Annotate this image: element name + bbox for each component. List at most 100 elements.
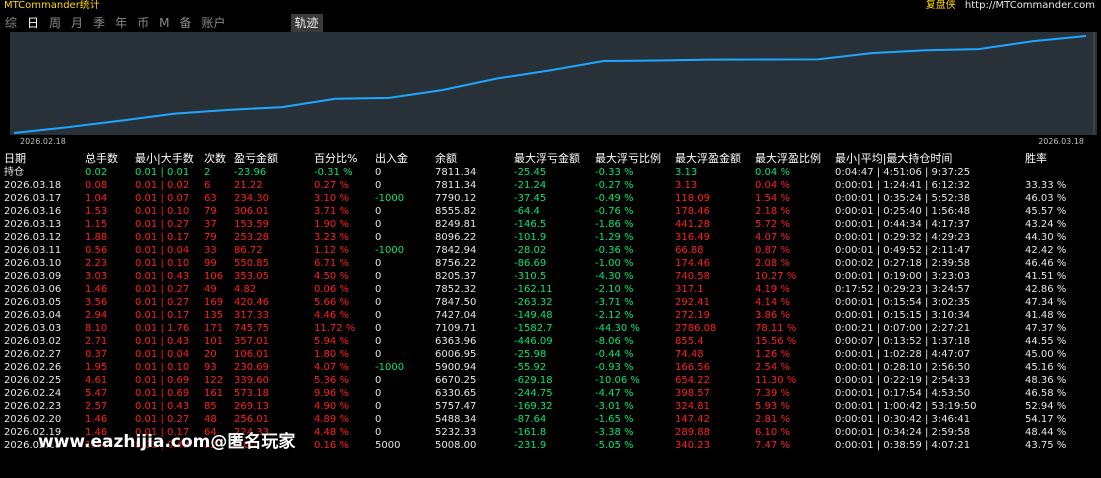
cell-col-6: 0 — [375, 219, 382, 230]
cell-col-3: 6 — [204, 180, 211, 191]
table-row[interactable]: 2026.02.27 0.37 0.01 | 0.04 20 106.01 1.80 % 0… — [0, 348, 1101, 361]
cell-col-4: 317.33 — [234, 310, 269, 321]
table-row[interactable]: 2026.02.20 1.46 0.01 | 0.27 48 256.01 4.89 % 0… — [0, 413, 1101, 426]
cell-col-0: 2026.03.12 — [4, 232, 62, 243]
cell-col-3: 33 — [204, 245, 217, 256]
cell-col-12: 0:00:01 | 1:02:28 | 4:47:07 — [835, 349, 971, 360]
cell-col-1: 2.71 — [85, 336, 108, 347]
cell-col-5: 11.72 % — [314, 323, 356, 334]
cell-col-10: 66.88 — [675, 245, 704, 256]
table-row[interactable]: 2026.03.05 3.56 0.01 | 0.27 169 420.46 5.66 %… — [0, 296, 1101, 309]
table-row[interactable]: 2026.03.03 8.10 0.01 | 1.76 171 745.75 11.72 … — [0, 322, 1101, 335]
table-row[interactable]: 2026.03.06 1.46 0.01 | 0.27 49 4.82 0.06 % 0 78… — [0, 283, 1101, 296]
cell-col-12: 0:04:47 | 4:51:06 | 9:37:25 — [835, 167, 971, 178]
cell-col-3: 20 — [204, 349, 217, 360]
x-axis-start-label: 2026.02.18 — [20, 137, 66, 146]
cell-col-13: 胜率 — [1025, 152, 1047, 165]
cell-col-4: -23.96 — [234, 167, 267, 178]
cell-col-3: 99 — [204, 258, 217, 269]
cell-col-6: 0 — [375, 414, 382, 425]
table-row[interactable]: 2026.03.12 1.88 0.01 | 0.17 79 253.28 3.23 % 0… — [0, 231, 1101, 244]
tab-3[interactable]: 月 — [66, 14, 88, 32]
tab-trace[interactable]: 轨迹 — [290, 14, 323, 32]
table-row[interactable]: 2026.03.09 3.03 0.01 | 0.43 106 353.05 4.50 %… — [0, 270, 1101, 283]
cell-col-8: -86.69 — [514, 258, 547, 269]
cell-col-7: 7790.12 — [435, 193, 477, 204]
tab-8[interactable]: 备 — [174, 14, 196, 32]
cell-col-2: 0.01 | 0.02 — [135, 180, 190, 191]
tab-6[interactable]: 币 — [132, 14, 154, 32]
cell-col-7: 8249.81 — [435, 219, 477, 230]
table-row[interactable]: 2026.02.25 4.61 0.01 | 0.69 122 339.60 5.36 %… — [0, 374, 1101, 387]
cell-col-6: 0 — [375, 310, 382, 321]
tab-7[interactable]: M — [154, 14, 174, 32]
cell-col-0: 2026.02.23 — [4, 401, 62, 412]
cell-col-10: 292.41 — [675, 297, 710, 308]
cell-col-3: 79 — [204, 232, 217, 243]
cell-col-11: 11.30 % — [755, 375, 797, 386]
table-row[interactable]: 2026.02.24 5.47 0.01 | 0.69 161 573.18 9.96 %… — [0, 387, 1101, 400]
table-row[interactable]: 2026.03.10 2.23 0.01 | 0.10 99 550.85 6.71 % 0… — [0, 257, 1101, 270]
tab-0[interactable]: 综 — [0, 14, 22, 32]
table-row[interactable]: 2026.03.16 1.53 0.01 | 0.10 79 306.01 3.71 % 0… — [0, 205, 1101, 218]
cell-col-4: 106.01 — [234, 349, 269, 360]
cell-col-0: 2026.03.02 — [4, 336, 62, 347]
tab-5[interactable]: 年 — [110, 14, 132, 32]
cell-col-6: 0 — [375, 388, 382, 399]
cell-col-10: 855.4 — [675, 336, 704, 347]
cell-col-6: 0 — [375, 180, 382, 191]
cell-col-9: -3.01 % — [595, 401, 634, 412]
cell-col-3: 169 — [204, 297, 224, 308]
cell-col-10: 340.23 — [675, 440, 710, 451]
cell-col-1: 1.46 — [85, 414, 108, 425]
cell-col-8: -161.8 — [514, 427, 547, 438]
tab-1[interactable]: 日 — [22, 14, 44, 32]
table-row[interactable]: 2026.02.26 1.95 0.01 | 0.10 93 230.69 4.07 % -… — [0, 361, 1101, 374]
brand-url[interactable]: http://MTCommander.com — [965, 0, 1095, 11]
cell-col-13: 46.46 % — [1025, 258, 1067, 269]
cell-col-2: 0.01 | 0.04 — [135, 349, 190, 360]
cell-col-1: 1.88 — [85, 232, 108, 243]
period-tabs: 综日周月季年币 M 备账户 轨迹 — [0, 14, 323, 32]
table-row[interactable]: 2026.02.23 2.57 0.01 | 0.43 85 269.13 4.90 % 0… — [0, 400, 1101, 413]
cell-col-13: 43.75 % — [1025, 440, 1067, 451]
table-row[interactable]: 2026.03.17 1.04 0.01 | 0.07 63 234.30 3.10 % -… — [0, 192, 1101, 205]
table-row[interactable]: 2026.03.18 0.08 0.01 | 0.02 6 21.22 0.27 % 0 78… — [0, 179, 1101, 192]
cell-col-6: 0 — [375, 323, 382, 334]
cell-col-6: 0 — [375, 167, 382, 178]
cell-col-2: 0.01 | 0.04 — [135, 245, 190, 256]
cell-col-7: 5757.47 — [435, 401, 477, 412]
cell-col-1: 0.02 — [85, 167, 108, 178]
cell-col-13: 45.00 % — [1025, 349, 1067, 360]
cell-col-9: -4.30 % — [595, 271, 634, 282]
cell-col-10: 118.09 — [675, 193, 710, 204]
cell-col-9: -8.06 % — [595, 336, 634, 347]
cell-col-8: -101.9 — [514, 232, 547, 243]
tab-2[interactable]: 周 — [44, 14, 66, 32]
cell-col-7: 5232.33 — [435, 427, 477, 438]
cell-col-6: 0 — [375, 427, 382, 438]
table-row[interactable]: 2026.03.13 1.15 0.01 | 0.27 37 153.59 1.90 % 0… — [0, 218, 1101, 231]
tab-9[interactable]: 账户 — [196, 14, 230, 32]
cell-col-3: 135 — [204, 310, 224, 321]
cell-col-9: -0.93 % — [595, 362, 634, 373]
cell-col-1: 1.53 — [85, 206, 108, 217]
table-row[interactable]: 2026.03.02 2.71 0.01 | 0.43 101 357.01 5.94 %… — [0, 335, 1101, 348]
cell-col-10: 316.49 — [675, 232, 710, 243]
cell-col-4: 339.60 — [234, 375, 269, 386]
table-totals-row[interactable]: 持仓 0.02 0.01 | 0.01 2 -23.96 -0.31 % 0 7811.34 -… — [0, 166, 1101, 179]
cell-col-4: 256.01 — [234, 414, 269, 425]
cell-col-5: 5.94 % — [314, 336, 349, 347]
tab-4[interactable]: 季 — [88, 14, 110, 32]
table-row[interactable]: 2026.03.04 2.94 0.01 | 0.17 135 317.33 4.46 %… — [0, 309, 1101, 322]
cell-col-7: 6670.25 — [435, 375, 477, 386]
brand-label[interactable]: 复盘侠 — [926, 0, 956, 11]
cell-col-4: 353.05 — [234, 271, 269, 282]
cell-col-1: 0.08 — [85, 180, 108, 191]
cell-col-4: 234.30 — [234, 193, 269, 204]
cell-col-9: -5.05 % — [595, 440, 634, 451]
cell-col-7: 余额 — [435, 152, 457, 165]
table-row[interactable]: 2026.03.11 0.56 0.01 | 0.04 33 86.72 1.12 % -1… — [0, 244, 1101, 257]
cell-col-0: 2026.03.04 — [4, 310, 62, 321]
cell-col-5: 9.96 % — [314, 388, 349, 399]
